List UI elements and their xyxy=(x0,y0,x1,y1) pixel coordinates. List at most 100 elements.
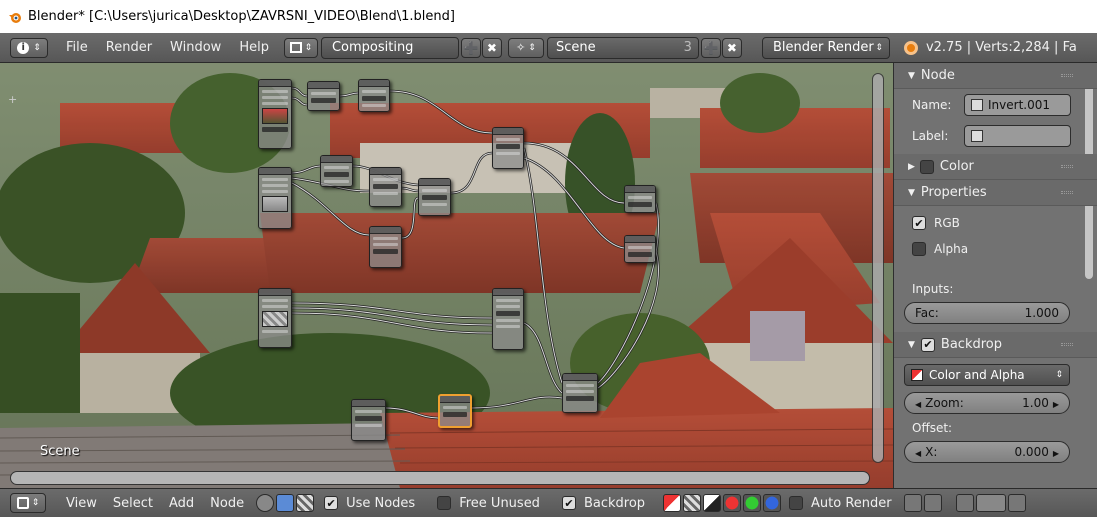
color-alpha-backdrop-icon[interactable] xyxy=(663,494,682,512)
editor-type-button[interactable]: i ⇕ xyxy=(10,37,48,58)
alpha-checkbox-row[interactable]: Alpha xyxy=(894,236,1097,262)
backdrop-channels-dropdown[interactable]: Color and Alpha ⇕ xyxy=(904,364,1070,386)
node-name-field[interactable]: Invert.001 xyxy=(964,94,1071,116)
use-nodes-label: Use Nodes xyxy=(346,495,416,511)
drag-grip-icon[interactable] xyxy=(1061,74,1073,77)
vertical-scrollbar[interactable] xyxy=(872,73,884,463)
node-editor[interactable]: + Scene xyxy=(0,63,893,488)
menu-render[interactable]: Render xyxy=(106,40,152,55)
properties-section-header[interactable]: ▼ Properties xyxy=(894,180,1097,206)
menu-file[interactable]: File xyxy=(66,40,88,55)
composite-node[interactable] xyxy=(562,373,598,413)
pin-icon[interactable] xyxy=(903,494,922,512)
image-input-node[interactable] xyxy=(258,79,292,149)
filter-node[interactable] xyxy=(369,167,402,207)
arrow-left-icon[interactable]: ◀ xyxy=(915,400,921,409)
menu-view[interactable]: View xyxy=(66,496,97,511)
color-section-header[interactable]: ▶ Color xyxy=(894,154,1097,180)
backdrop-panel-checkbox[interactable]: ✔ xyxy=(920,337,935,352)
backdrop-toggle[interactable]: ✔ Backdrop xyxy=(561,496,645,511)
texture-nodes-icon[interactable] xyxy=(296,494,315,512)
free-unused-checkbox[interactable] xyxy=(437,496,452,510)
auto-render-toggle[interactable]: Auto Render xyxy=(789,496,892,511)
blender-logo-icon xyxy=(903,40,918,55)
use-nodes-toggle[interactable]: ✔ Use Nodes xyxy=(324,496,415,511)
free-unused-toggle[interactable]: Free Unused xyxy=(437,496,540,511)
color-section-title: Color xyxy=(939,159,974,174)
backdrop-checkbox[interactable]: ✔ xyxy=(561,496,576,510)
drag-grip-icon[interactable] xyxy=(1061,165,1073,168)
checker-icon[interactable] xyxy=(683,494,702,512)
alpha-checkbox[interactable] xyxy=(912,242,926,256)
color-checkbox[interactable] xyxy=(919,159,934,174)
scene-name: Scene xyxy=(555,40,596,55)
offset-x-slider[interactable]: ◀ X: 0.000 ▶ xyxy=(904,441,1070,463)
arrow-left-icon[interactable]: ◀ xyxy=(915,449,921,458)
menu-node[interactable]: Node xyxy=(210,496,244,511)
menu-window[interactable]: Window xyxy=(170,40,221,55)
window-title-bar: Blender* [C:\Users\jurica\Desktop\ZAVRSN… xyxy=(0,0,1097,33)
menu-select[interactable]: Select xyxy=(113,496,153,511)
zoom-slider[interactable]: ◀ Zoom: 1.00 ▶ xyxy=(904,392,1070,414)
rgb-checkbox[interactable]: ✔ xyxy=(912,216,926,230)
close-icon: ✖ xyxy=(726,40,737,55)
parent-node-icon[interactable] xyxy=(923,494,942,512)
menu-help[interactable]: Help xyxy=(239,40,269,55)
add-scene-button[interactable]: ➕ xyxy=(700,37,721,58)
red-channel-icon[interactable] xyxy=(723,494,742,512)
drag-grip-icon[interactable] xyxy=(1061,191,1073,194)
snap-target-icon[interactable] xyxy=(975,494,1006,512)
copy-icon[interactable] xyxy=(1007,494,1026,512)
zoom-label: Zoom: xyxy=(925,396,964,410)
blue-channel-icon[interactable] xyxy=(763,494,782,512)
fac-label: Fac: xyxy=(915,306,939,320)
scene-selector[interactable]: ✧ ⇕ xyxy=(507,37,544,58)
shader-nodes-icon[interactable] xyxy=(256,494,275,512)
screen-layout-field[interactable]: Compositing xyxy=(320,36,459,59)
backdrop-section-header[interactable]: ▼ ✔ Backdrop xyxy=(894,332,1097,358)
properties-panel: ▼ Node Name: Invert.001 Label: ▶ Color ▼… xyxy=(893,63,1097,488)
remove-screen-button[interactable]: ✖ xyxy=(481,37,502,58)
mix-node[interactable] xyxy=(307,81,340,111)
mix-node-2[interactable] xyxy=(492,127,524,169)
horizontal-scrollbar[interactable] xyxy=(10,471,870,485)
render-layers-node[interactable] xyxy=(258,167,292,229)
menu-add[interactable]: Add xyxy=(169,496,194,511)
use-nodes-checkbox[interactable]: ✔ xyxy=(324,496,339,510)
backdrop-section-title: Backdrop xyxy=(940,337,1002,352)
blender-logo-icon xyxy=(9,12,21,23)
scene-field[interactable]: Scene 3 xyxy=(546,36,699,59)
fac-slider[interactable]: Fac: 1.000 xyxy=(904,302,1070,324)
node-label-field[interactable] xyxy=(964,125,1071,147)
value-node[interactable] xyxy=(351,399,386,441)
color-balance-node[interactable] xyxy=(358,79,390,112)
selected-invert-node[interactable] xyxy=(438,394,472,428)
properties-section-title: Properties xyxy=(920,185,987,200)
blur-node[interactable] xyxy=(320,155,353,187)
compositing-nodes-icon[interactable] xyxy=(276,494,295,512)
updown-arrows-icon: ⇕ xyxy=(1055,370,1063,380)
invert-node[interactable] xyxy=(624,185,656,213)
rgb-checkbox-row[interactable]: ✔ RGB xyxy=(894,210,1097,236)
arrow-right-icon[interactable]: ▶ xyxy=(1053,449,1059,458)
color-correction-node[interactable] xyxy=(369,226,402,268)
render-engine-dropdown[interactable]: Blender Render ⇕ xyxy=(761,36,890,59)
add-screen-button[interactable]: ➕ xyxy=(460,37,481,58)
alpha-channel-icon[interactable] xyxy=(703,494,722,512)
drag-grip-icon[interactable] xyxy=(1061,343,1073,346)
texture-node[interactable] xyxy=(258,288,292,348)
invert-node-001[interactable] xyxy=(624,235,656,263)
mix-node-3[interactable] xyxy=(492,288,524,350)
auto-render-label: Auto Render xyxy=(811,495,892,511)
plus-icon[interactable]: + xyxy=(8,93,17,106)
auto-render-checkbox[interactable] xyxy=(789,496,804,510)
arrow-right-icon[interactable]: ▶ xyxy=(1053,400,1059,409)
editor-type-button[interactable]: ⇕ xyxy=(10,493,46,513)
snap-icon[interactable] xyxy=(955,494,974,512)
green-channel-icon[interactable] xyxy=(743,494,762,512)
node-section-header[interactable]: ▼ Node xyxy=(894,63,1097,89)
color-alpha-icon xyxy=(911,369,923,381)
screen-layout-selector[interactable]: ⇕ xyxy=(283,37,318,58)
remove-scene-button[interactable]: ✖ xyxy=(721,37,742,58)
alpha-over-node[interactable] xyxy=(418,178,451,216)
